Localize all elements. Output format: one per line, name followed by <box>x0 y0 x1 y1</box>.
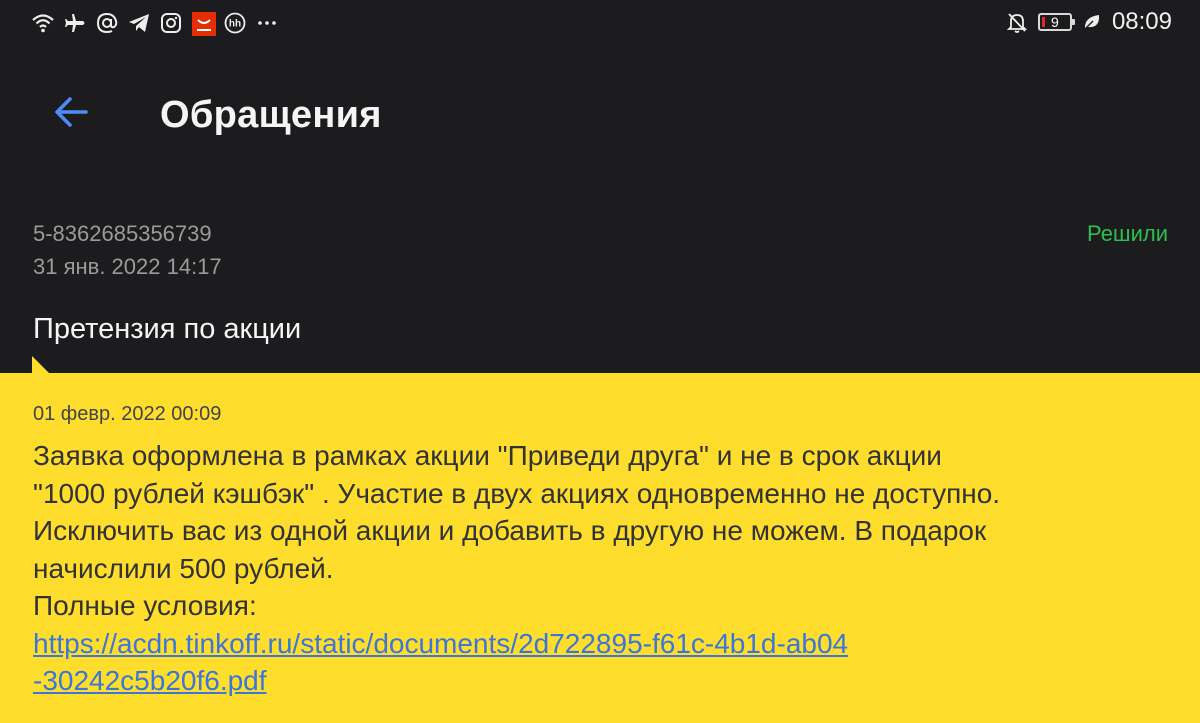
telegram-icon <box>128 12 150 34</box>
page-title: Обращения <box>160 94 382 136</box>
at-icon <box>96 12 118 34</box>
aliexpress-icon <box>192 12 216 36</box>
ticket-date: 31 янв. 2022 14:17 <box>33 254 222 279</box>
message-date: 01 февр. 2022 00:09 <box>33 403 222 425</box>
hh-icon: hh <box>224 12 246 34</box>
more-icon <box>256 12 278 34</box>
message-line: начислили 500 рублей. <box>33 552 334 584</box>
ticket-subject: Претензия по акции <box>33 313 302 345</box>
instagram-icon <box>160 12 182 34</box>
svg-text:hh: hh <box>229 19 241 30</box>
message-text: Заявка оформлена в рамках акции "Приведи… <box>33 437 1173 700</box>
notifications-off-icon <box>1006 11 1028 33</box>
bubble-tail <box>32 356 50 374</box>
arrow-left-icon <box>48 97 96 140</box>
status-icons-right: 9 08:09 <box>1006 8 1172 36</box>
message-line: Исключить вас из одной акции и добавить … <box>33 515 987 546</box>
message-line: Полные условия: <box>33 590 257 621</box>
status-bar: hh 9 08:09 <box>0 0 1200 50</box>
back-button[interactable] <box>48 88 96 136</box>
airplane-icon <box>64 12 86 34</box>
leaf-icon <box>1082 12 1102 32</box>
status-icons-left: hh <box>32 12 278 36</box>
ticket-id: 5-8362685356739 <box>33 221 212 246</box>
conditions-link-continued[interactable]: -30242c5b20f6.pdf <box>33 662 1173 700</box>
wifi-icon <box>32 12 54 34</box>
message-line: "1000 рублей кэшбэк" . Участие в двух ак… <box>33 477 1001 509</box>
clock: 08:09 <box>1111 8 1172 35</box>
app-header: Обращения <box>0 60 1200 170</box>
status-badge: Решили <box>1086 221 1168 246</box>
message-bubble: 01 февр. 2022 00:09 Заявка оформлена в р… <box>0 356 1200 723</box>
message-line: Заявка оформлена в рамках акции "Приведи… <box>33 440 942 471</box>
battery-icon: 9 <box>1037 13 1075 31</box>
conditions-link[interactable]: https://acdn.tinkoff.ru/static/documents… <box>33 625 1173 663</box>
